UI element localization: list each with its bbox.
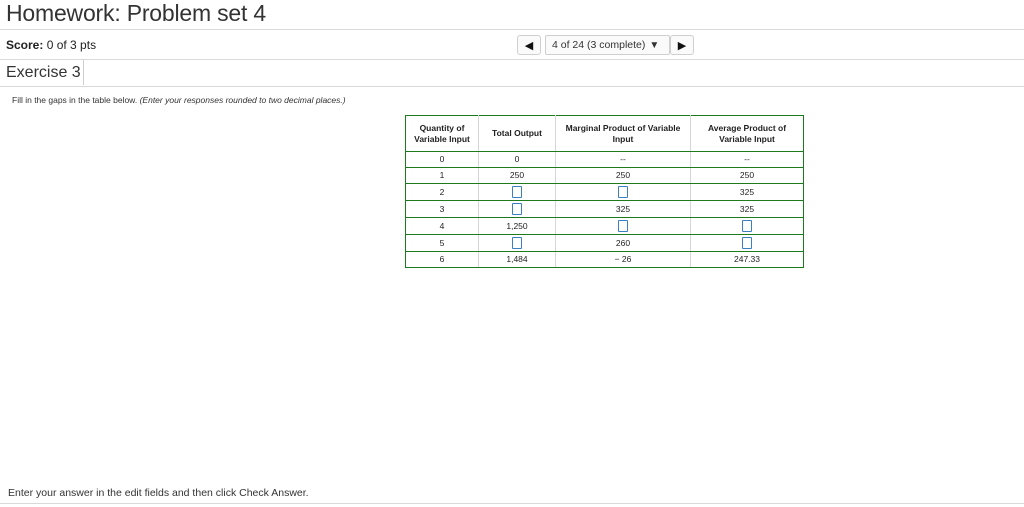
- cell-marginal-product: 260: [555, 234, 691, 252]
- table-row: 5 260: [405, 234, 804, 252]
- cell-quantity: 0: [405, 151, 479, 168]
- table-row: 4 1,250: [405, 217, 804, 235]
- cell-quantity: 1: [405, 167, 479, 184]
- marginal-product-input-q2[interactable]: [618, 186, 628, 199]
- header-average-product: Average Product of Variable Input: [690, 115, 804, 152]
- score-value: 0 of 3 pts: [46, 38, 97, 52]
- divider: [0, 59, 1024, 60]
- exercise-tab: Exercise 3: [0, 60, 84, 85]
- instructions-hint: (Enter your responses rounded to two dec…: [139, 95, 346, 105]
- header-marginal-product: Marginal Product of Variable Input: [555, 115, 691, 152]
- cell-average-product: [690, 217, 804, 235]
- cell-total-output: 1,250: [478, 217, 556, 235]
- cell-marginal-product: 325: [555, 200, 691, 218]
- instructions: Fill in the gaps in the table below. (En…: [12, 95, 346, 105]
- marginal-product-input-q4[interactable]: [618, 220, 628, 233]
- cell-quantity: 3: [405, 200, 479, 218]
- footer-instructions: Enter your answer in the edit fields and…: [8, 487, 309, 499]
- table-header-row: Quantity of Variable Input Total Output …: [405, 115, 804, 152]
- total-output-input-q3[interactable]: [512, 203, 522, 216]
- cell-total-output: 250: [478, 167, 556, 184]
- table-row: 3 325 325: [405, 200, 804, 218]
- cell-marginal-product: [555, 217, 691, 235]
- divider: [0, 86, 1024, 87]
- table-row: 0 0 -- --: [405, 151, 804, 168]
- divider: [0, 503, 1024, 504]
- cell-total-output: [478, 200, 556, 218]
- score-display: Score: 0 of 3 pts: [6, 38, 96, 52]
- cell-total-output: 1,484: [478, 251, 556, 268]
- table-row: 2 325: [405, 183, 804, 201]
- average-product-input-q4[interactable]: [742, 220, 752, 233]
- score-label: Score:: [6, 38, 44, 52]
- table-row: 6 1,484 − 26 247.33: [405, 251, 804, 268]
- total-output-input-q5[interactable]: [512, 237, 522, 250]
- table-row: 1 250 250 250: [405, 167, 804, 184]
- page-title: Homework: Problem set 4: [6, 0, 266, 26]
- cell-average-product: [690, 234, 804, 252]
- cell-average-product: 325: [690, 200, 804, 218]
- cell-marginal-product: − 26: [555, 251, 691, 268]
- caret-down-icon: ▼: [649, 39, 660, 51]
- instructions-text: Fill in the gaps in the table below.: [12, 95, 138, 105]
- cell-total-output: [478, 234, 556, 252]
- header-quantity: Quantity of Variable Input: [405, 115, 479, 152]
- cell-marginal-product: --: [555, 151, 691, 168]
- cell-quantity: 4: [405, 217, 479, 235]
- cell-total-output: [478, 183, 556, 201]
- average-product-input-q5[interactable]: [742, 237, 752, 250]
- cell-quantity: 2: [405, 183, 479, 201]
- cell-total-output: 0: [478, 151, 556, 168]
- cell-quantity: 6: [405, 251, 479, 268]
- total-output-input-q2[interactable]: [512, 186, 522, 199]
- question-selector-dropdown[interactable]: 4 of 24 (3 complete) ▼: [545, 35, 670, 55]
- cell-average-product: 325: [690, 183, 804, 201]
- triangle-left-icon: ◀: [524, 39, 534, 52]
- cell-average-product: --: [690, 151, 804, 168]
- cell-average-product: 247.33: [690, 251, 804, 268]
- header-total-output: Total Output: [478, 115, 556, 152]
- cell-average-product: 250: [690, 167, 804, 184]
- triangle-right-icon: ▶: [677, 39, 687, 52]
- previous-question-button[interactable]: ◀: [517, 35, 541, 55]
- production-table: Quantity of Variable Input Total Output …: [405, 115, 804, 268]
- cell-marginal-product: [555, 183, 691, 201]
- cell-quantity: 5: [405, 234, 479, 252]
- cell-marginal-product: 250: [555, 167, 691, 184]
- next-question-button[interactable]: ▶: [670, 35, 694, 55]
- divider: [0, 29, 1024, 30]
- question-position-text: 4 of 24 (3 complete): [552, 39, 646, 51]
